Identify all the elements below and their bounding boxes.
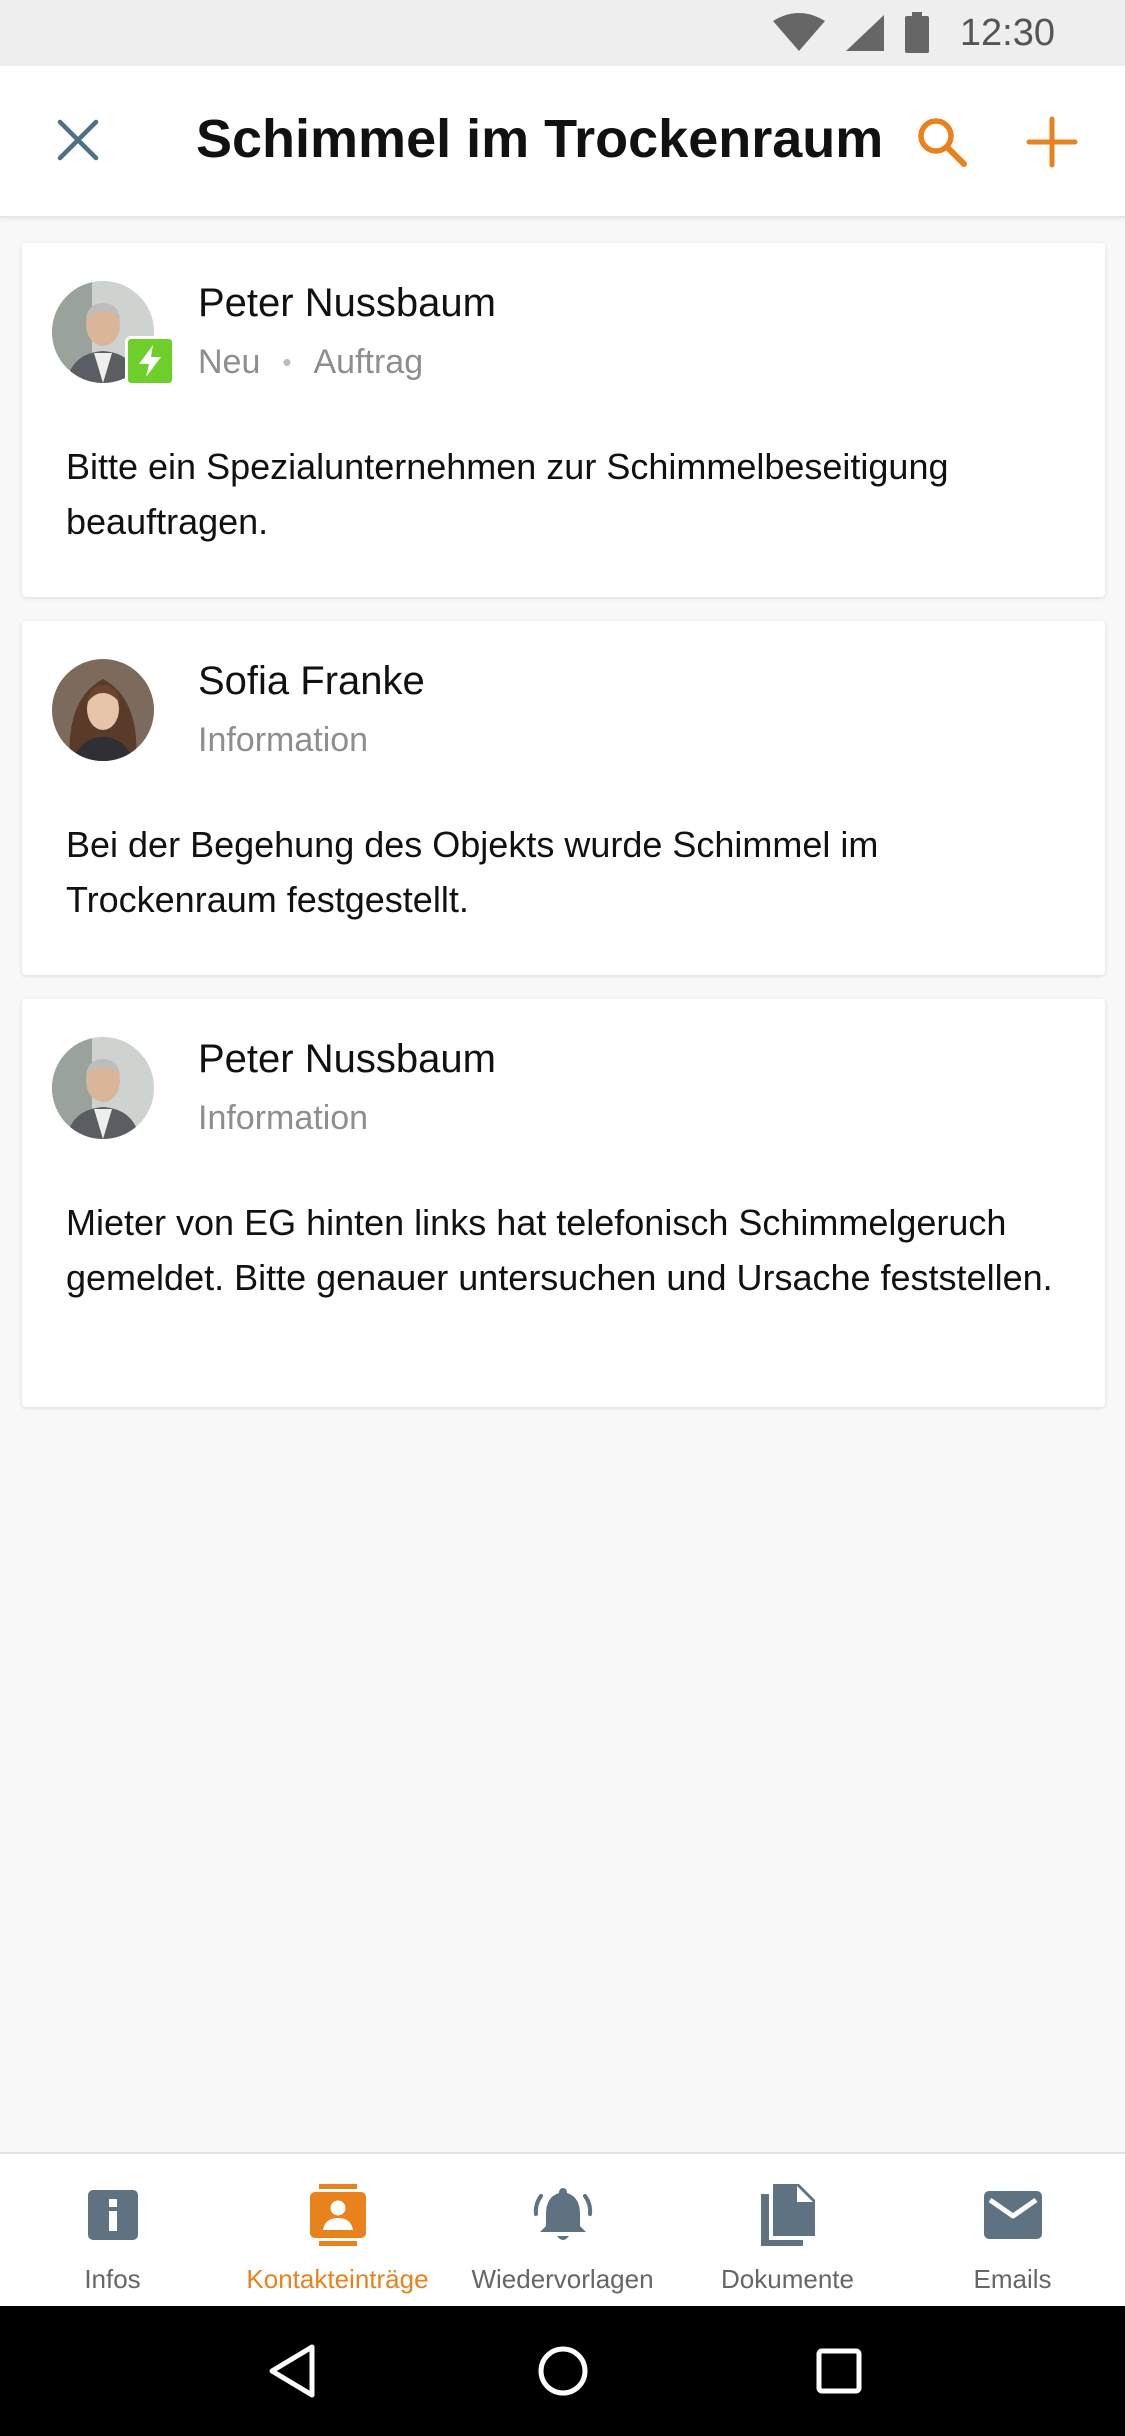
entry-type: Auftrag <box>313 343 424 381</box>
status-bar: 12:30 <box>0 0 1125 66</box>
nav-label: Dokumente <box>721 2264 854 2294</box>
add-button[interactable] <box>1020 110 1084 174</box>
info-icon <box>78 2180 148 2250</box>
avatar <box>52 1037 154 1139</box>
entry-author: Peter Nussbaum <box>198 281 496 325</box>
close-icon <box>57 119 99 161</box>
battery-icon <box>904 12 930 54</box>
nav-documents[interactable]: Dokumente <box>675 2154 900 2306</box>
home-button[interactable] <box>533 2341 593 2401</box>
entry-status: Neu <box>198 343 261 381</box>
bottom-navigation: Infos Kontakteinträge Wiedervorlagen Dok… <box>0 2152 1125 2306</box>
entry-author: Peter Nussbaum <box>198 1037 496 1081</box>
nav-label: Kontakteinträge <box>246 2264 429 2294</box>
entry-text: Mieter von EG hinten links hat telefonis… <box>66 1202 1053 1298</box>
entry-meta: Information <box>198 721 368 760</box>
nav-label: Wiedervorlagen <box>471 2264 654 2294</box>
home-circle-icon <box>538 2346 588 2396</box>
search-button[interactable] <box>910 110 974 174</box>
nav-label: Emails <box>973 2264 1052 2294</box>
system-navigation-bar <box>0 2306 1125 2436</box>
search-icon <box>918 118 967 167</box>
back-button[interactable] <box>262 2341 322 2401</box>
nav-contact-entries[interactable]: Kontakteinträge <box>225 2154 450 2306</box>
signal-icon <box>844 13 886 53</box>
contact-entry-card[interactable]: Peter Nussbaum Information Mieter von EG… <box>22 999 1105 1407</box>
order-badge <box>125 336 175 386</box>
nav-follow-ups[interactable]: Wiedervorlagen <box>450 2154 675 2306</box>
nav-emails[interactable]: Emails <box>900 2154 1125 2306</box>
avatar <box>52 659 154 761</box>
entry-meta: Information <box>198 1099 368 1138</box>
lightning-icon <box>139 345 161 377</box>
contact-entry-card[interactable]: Peter Nussbaum Neu • Auftrag Bitte ein S… <box>22 243 1105 597</box>
entry-text: Bitte ein Spezialunternehmen zur Schimme… <box>66 446 949 542</box>
recents-square-icon <box>816 2348 862 2394</box>
app-bar: Schimmel im Trockenraum <box>0 66 1125 218</box>
entry-author: Sofia Franke <box>198 659 425 703</box>
documents-icon <box>753 2180 823 2250</box>
wifi-icon <box>772 13 826 53</box>
plus-icon <box>1026 116 1078 168</box>
nav-infos[interactable]: Infos <box>0 2154 225 2306</box>
separator-dot: • <box>282 347 292 377</box>
nav-label: Infos <box>84 2264 141 2294</box>
status-time: 12:30 <box>959 11 1055 54</box>
back-triangle-icon <box>269 2344 315 2398</box>
entry-type: Information <box>198 1099 369 1137</box>
contact-card-icon <box>303 2180 373 2250</box>
contact-entry-card[interactable]: Sofia Franke Information Bei der Begehun… <box>22 621 1105 975</box>
bell-icon <box>528 2180 598 2250</box>
mail-icon <box>978 2180 1048 2250</box>
recents-button[interactable] <box>809 2341 869 2401</box>
close-button[interactable] <box>50 112 106 168</box>
entry-type: Information <box>198 721 369 759</box>
entry-text: Bei der Begehung des Objekts wurde Schim… <box>66 824 879 920</box>
entry-meta: Neu • Auftrag <box>198 343 423 382</box>
page-title: Schimmel im Trockenraum <box>196 109 884 169</box>
